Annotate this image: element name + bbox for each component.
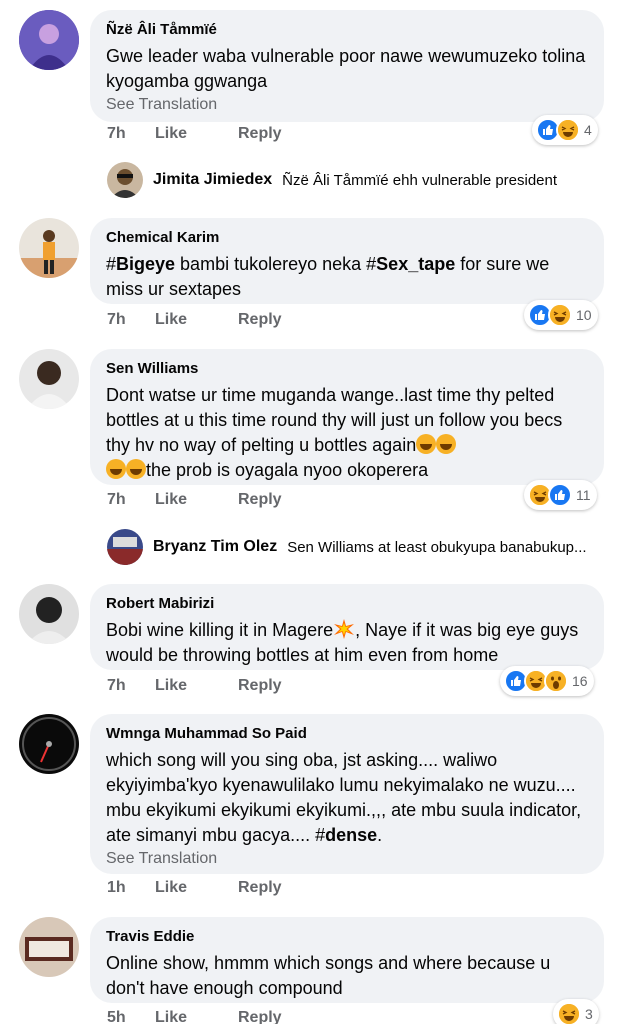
comment-actions: 7h Like Reply	[107, 311, 282, 329]
like-button[interactable]: Like	[155, 879, 238, 897]
text-segment: bambi tukolereyo neka #	[175, 254, 377, 274]
laughing-emoji-icon	[436, 434, 457, 454]
laughing-emoji-icon	[416, 434, 437, 454]
reply-button[interactable]: Reply	[238, 677, 282, 695]
hashtag-symbol: #	[106, 254, 117, 274]
timestamp[interactable]: 7h	[107, 491, 155, 509]
avatar[interactable]	[19, 584, 79, 644]
comment-author[interactable]: Chemical Karim	[106, 228, 588, 248]
reaction-count: 10	[576, 307, 592, 323]
reply-text: Sen Williams at least obukyupa banabukup…	[287, 538, 587, 556]
comment-author[interactable]: Sen Williams	[106, 359, 588, 379]
hashtag-bigeye[interactable]: Bigeye	[116, 254, 175, 274]
comment-actions: 7h Like Reply	[107, 491, 282, 509]
haha-reaction-icon	[557, 1002, 581, 1024]
reply-preview[interactable]: Jimita Jimiedex Ñzë Âli Tåmmïé ehh vulne…	[107, 162, 557, 198]
like-button[interactable]: Like	[155, 125, 238, 143]
comment-bubble: Ñzë Âli Tåmmïé Gwe leader waba vulnerabl…	[90, 10, 604, 122]
reply-button[interactable]: Reply	[238, 311, 282, 329]
hashtag-dense[interactable]: dense	[325, 825, 377, 845]
comment-author[interactable]: Ñzë Âli Tåmmïé	[106, 20, 588, 40]
comment-actions: 7h Like Reply	[107, 677, 282, 695]
avatar[interactable]	[107, 529, 143, 565]
reaction-count: 3	[585, 1006, 593, 1022]
comment-text: Bobi wine killing it in Magere, Naye if …	[106, 618, 588, 668]
reply-button[interactable]: Reply	[238, 491, 282, 509]
reaction-count: 4	[584, 122, 592, 138]
text-segment: the prob is oyagala nyoo okoperera	[146, 460, 429, 480]
laughing-emoji-icon	[126, 459, 146, 479]
haha-reaction-icon	[556, 118, 580, 142]
reply-author[interactable]: Bryanz Tim Olez	[153, 538, 277, 556]
comment-actions: 7h Like Reply	[107, 125, 282, 143]
text-segment: .	[377, 825, 383, 845]
reaction-count: 11	[576, 487, 591, 503]
like-button[interactable]: Like	[155, 677, 238, 695]
see-translation-link[interactable]: See Translation	[106, 94, 588, 116]
avatar[interactable]	[107, 162, 143, 198]
reply-preview[interactable]: Bryanz Tim Olez Sen Williams at least ob…	[107, 529, 587, 565]
timestamp[interactable]: 7h	[107, 311, 155, 329]
comment-text: Gwe leader waba vulnerable poor nawe wew…	[106, 46, 586, 91]
comment-author[interactable]: Travis Eddie	[106, 927, 588, 947]
comment-author[interactable]: Wmnga Muhammad So Paid	[106, 724, 588, 744]
comment-bubble: Sen Williams Dont watse ur time muganda …	[90, 349, 604, 485]
timestamp[interactable]: 7h	[107, 125, 155, 143]
comment-text: Online show, hmmm which songs and where …	[106, 953, 551, 998]
comment-actions: 5h Like Reply	[107, 1009, 282, 1024]
reply-button[interactable]: Reply	[238, 125, 282, 143]
comment-text: Dont watse ur time muganda wange..last t…	[106, 383, 588, 483]
hashtag-sex-tape[interactable]: Sex_tape	[376, 254, 455, 274]
comment-actions: 1h Like Reply	[107, 879, 282, 897]
text-segment: Dont watse ur time muganda wange..last t…	[106, 385, 563, 455]
avatar[interactable]	[19, 714, 79, 774]
reaction-summary[interactable]: 16	[500, 666, 594, 696]
reply-text: Ñzë Âli Tåmmïé ehh vulnerable president	[282, 171, 558, 189]
like-button[interactable]: Like	[155, 1009, 238, 1024]
text-segment: Bobi wine killing it in Magere	[106, 620, 334, 640]
haha-reaction-icon	[548, 303, 572, 327]
like-button[interactable]: Like	[155, 491, 238, 509]
avatar[interactable]	[19, 218, 79, 278]
reply-author[interactable]: Jimita Jimiedex	[153, 171, 272, 189]
reaction-count: 16	[572, 673, 588, 689]
like-button[interactable]: Like	[155, 311, 238, 329]
reaction-summary[interactable]: 10	[524, 300, 598, 330]
comment-text: which song will you sing oba, jst asking…	[106, 748, 588, 848]
avatar[interactable]	[19, 349, 79, 409]
timestamp[interactable]: 7h	[107, 677, 155, 695]
see-translation-link[interactable]: See Translation	[106, 848, 588, 870]
comment-bubble: Chemical Karim #Bigeye bambi tukolereyo …	[90, 218, 604, 304]
wow-reaction-icon	[544, 669, 568, 693]
timestamp[interactable]: 1h	[107, 879, 155, 897]
like-reaction-icon	[548, 483, 572, 507]
comment-text: #Bigeye bambi tukolereyo neka #Sex_tape …	[106, 252, 588, 302]
comment-bubble: Robert Mabirizi Bobi wine killing it in …	[90, 584, 604, 670]
timestamp[interactable]: 5h	[107, 1009, 155, 1024]
avatar[interactable]	[19, 10, 79, 70]
reaction-summary[interactable]: 11	[524, 480, 597, 510]
reply-button[interactable]: Reply	[238, 879, 282, 897]
comment-bubble: Wmnga Muhammad So Paid which song will y…	[90, 714, 604, 874]
comment-bubble: Travis Eddie Online show, hmmm which son…	[90, 917, 604, 1003]
reaction-summary[interactable]: 3	[553, 999, 599, 1024]
collision-emoji-icon	[334, 619, 355, 639]
reply-button[interactable]: Reply	[238, 1009, 282, 1024]
reaction-summary[interactable]: 4	[532, 115, 598, 145]
laughing-emoji-icon	[106, 459, 126, 479]
comment-author[interactable]: Robert Mabirizi	[106, 594, 588, 614]
avatar[interactable]	[19, 917, 79, 977]
